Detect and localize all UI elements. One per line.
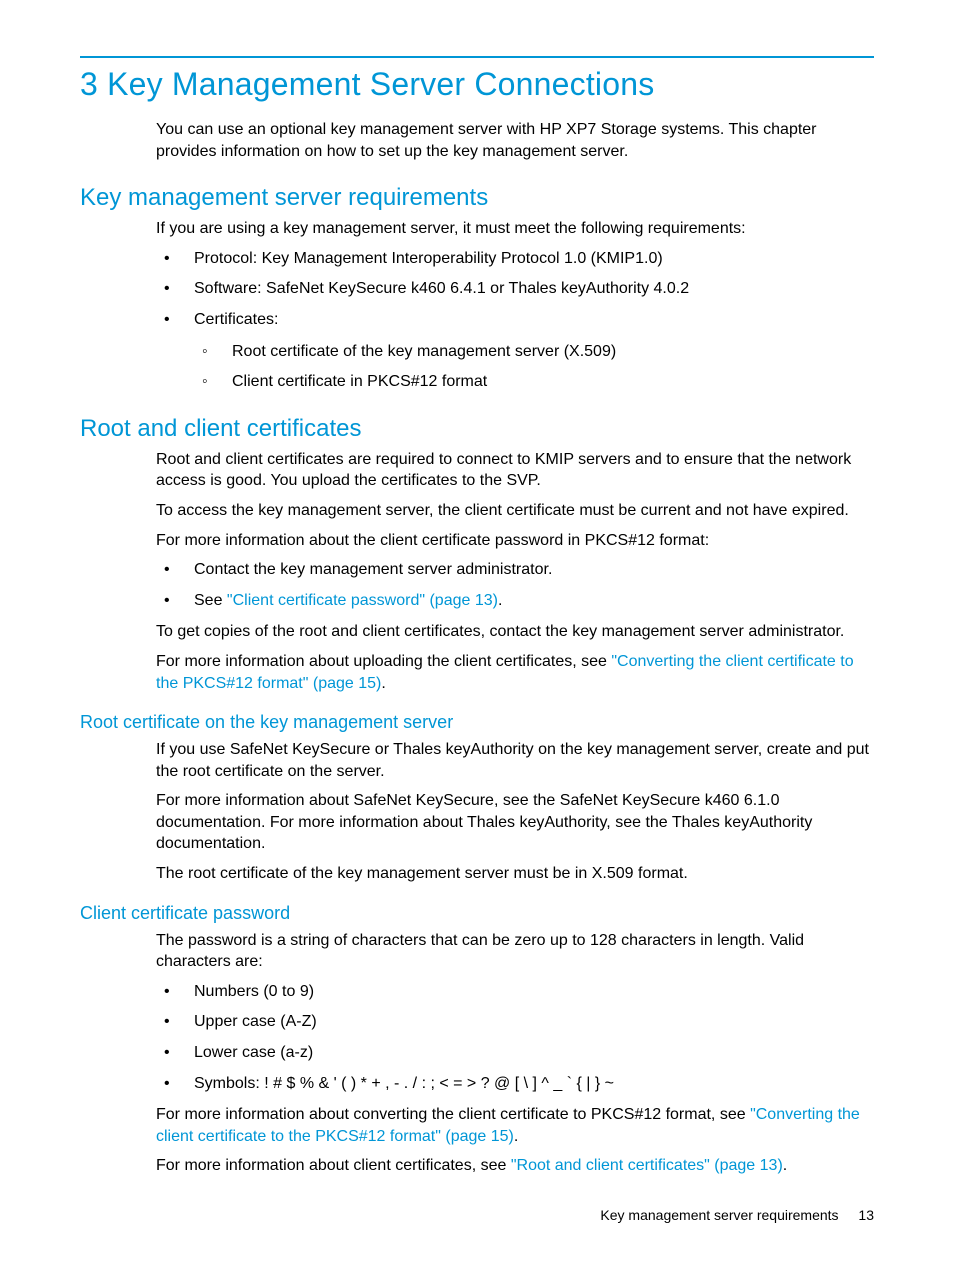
list-item: See "Client certificate password" (page … [156, 590, 874, 612]
body-paragraph: Root and client certificates are require… [156, 449, 874, 492]
text-suffix: . [381, 675, 385, 692]
body-paragraph: The root certificate of the key manageme… [156, 863, 874, 885]
list-item: Root certificate of the key management s… [194, 341, 874, 363]
section-requirements-heading: Key management server requirements [80, 184, 874, 212]
text-suffix: . [498, 592, 502, 609]
text-prefix: For more information about converting th… [156, 1106, 750, 1123]
list-item-label: Certificates: [194, 311, 278, 328]
password-charset-list: Numbers (0 to 9) Upper case (A-Z) Lower … [156, 981, 874, 1094]
requirements-lead: If you are using a key management server… [156, 218, 874, 240]
footer-page-number: 13 [858, 1207, 874, 1223]
list-item: Upper case (A-Z) [156, 1011, 874, 1033]
intro-paragraph: You can use an optional key management s… [156, 119, 874, 162]
list-item: Symbols: ! # $ % & ' ( ) * + , - . / : ;… [156, 1073, 874, 1095]
heading-rule [80, 56, 874, 58]
body-paragraph: For more information about client certif… [156, 1155, 874, 1177]
list-item: Contact the key management server admini… [156, 559, 874, 581]
body-paragraph: For more information about uploading the… [156, 651, 874, 694]
text-prefix: See [194, 592, 227, 609]
body-paragraph: For more information about SafeNet KeySe… [156, 790, 874, 855]
section-rootcert-heading: Root certificate on the key management s… [80, 712, 874, 733]
list-item: Lower case (a-z) [156, 1042, 874, 1064]
page-footer: Key management server requirements 13 [600, 1207, 874, 1223]
list-item: Certificates: Root certificate of the ke… [156, 309, 874, 393]
body-paragraph: If you use SafeNet KeySecure or Thales k… [156, 739, 874, 782]
list-item: Protocol: Key Management Interoperabilit… [156, 248, 874, 270]
section-password-heading: Client certificate password [80, 903, 874, 924]
requirements-list: Protocol: Key Management Interoperabilit… [156, 248, 874, 393]
list-item: Numbers (0 to 9) [156, 981, 874, 1003]
body-paragraph: For more information about converting th… [156, 1104, 874, 1147]
list-item: Client certificate in PKCS#12 format [194, 371, 874, 393]
link-client-cert-password[interactable]: "Client certificate password" (page 13) [227, 592, 498, 609]
link-root-client-certs[interactable]: "Root and client certificates" (page 13) [511, 1157, 783, 1174]
certificates-sublist: Root certificate of the key management s… [194, 341, 874, 393]
chapter-title: 3 Key Management Server Connections [80, 66, 874, 103]
section-rootclient-heading: Root and client certificates [80, 415, 874, 443]
body-paragraph: To access the key management server, the… [156, 500, 874, 522]
footer-section-title: Key management server requirements [600, 1207, 838, 1223]
list-item: Software: SafeNet KeySecure k460 6.4.1 o… [156, 278, 874, 300]
text-prefix: For more information about uploading the… [156, 653, 611, 670]
body-paragraph: For more information about the client ce… [156, 530, 874, 552]
text-prefix: For more information about client certif… [156, 1157, 511, 1174]
body-paragraph: The password is a string of characters t… [156, 930, 874, 973]
rootclient-list: Contact the key management server admini… [156, 559, 874, 611]
text-suffix: . [514, 1128, 518, 1145]
text-suffix: . [783, 1157, 787, 1174]
body-paragraph: To get copies of the root and client cer… [156, 621, 874, 643]
